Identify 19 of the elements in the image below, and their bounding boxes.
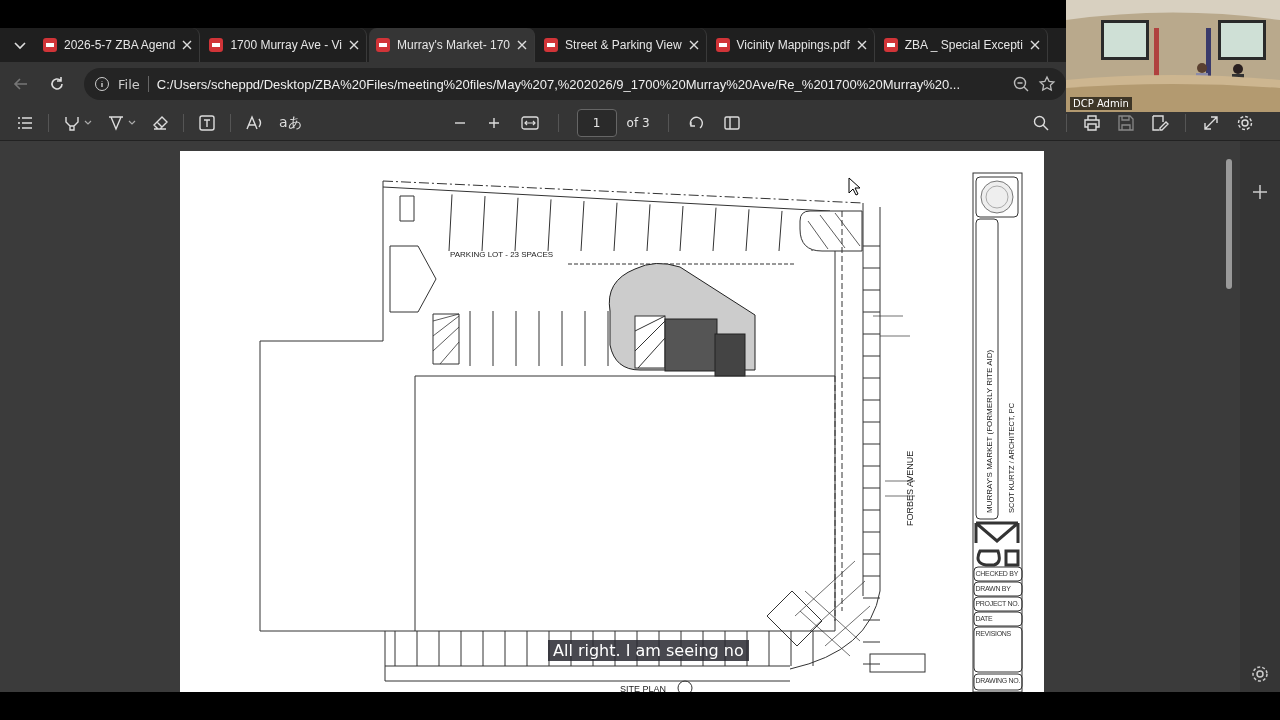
tab-title: Street & Parking View	[565, 38, 682, 52]
page-number-field[interactable]: 1	[576, 109, 617, 137]
tab-title: Murray's Market- 170	[397, 38, 511, 52]
tab-title: 2026-5-7 ZBA Agend	[64, 38, 176, 52]
tab-title: ZBA _ Special Excepti	[904, 38, 1023, 52]
parking-lot-label: PARKING LOT - 23 SPACES	[450, 250, 554, 259]
browser-tab[interactable]: Murray's Market- 170	[369, 28, 536, 62]
url-text: C:/Users/scheppd/Desktop/ZBA%20Files/meeting%20files/May%207,%202026/9_1700%20Murray%20Ave/Re_%201700%20Murray%20...	[156, 76, 962, 92]
participant-name: DCP Admin	[1070, 97, 1132, 110]
translate-button[interactable]: aあ	[279, 114, 302, 132]
street-label: FORBES AVENUE	[905, 450, 915, 526]
file-label: File	[118, 76, 140, 92]
tab-title: Vicinity Mappings.pdf	[736, 38, 850, 52]
project-title: MURRAY'S MARKET (FORMERLY RITE AID)	[985, 349, 994, 513]
address-bar[interactable]: File C:/Users/scheppd/Desktop/ZBA%20Files/meeting%20files/May%207,%202026/9_1700%20Murray%20Ave/Re_%201700%20Murray%20...	[84, 68, 1066, 100]
page-count: of 3	[626, 116, 650, 130]
tab-title: 1700 Murray Ave - Vi	[230, 38, 343, 52]
caption-text: All right. I am seeing no	[548, 640, 749, 661]
plan-title: SITE PLAN	[620, 684, 666, 692]
